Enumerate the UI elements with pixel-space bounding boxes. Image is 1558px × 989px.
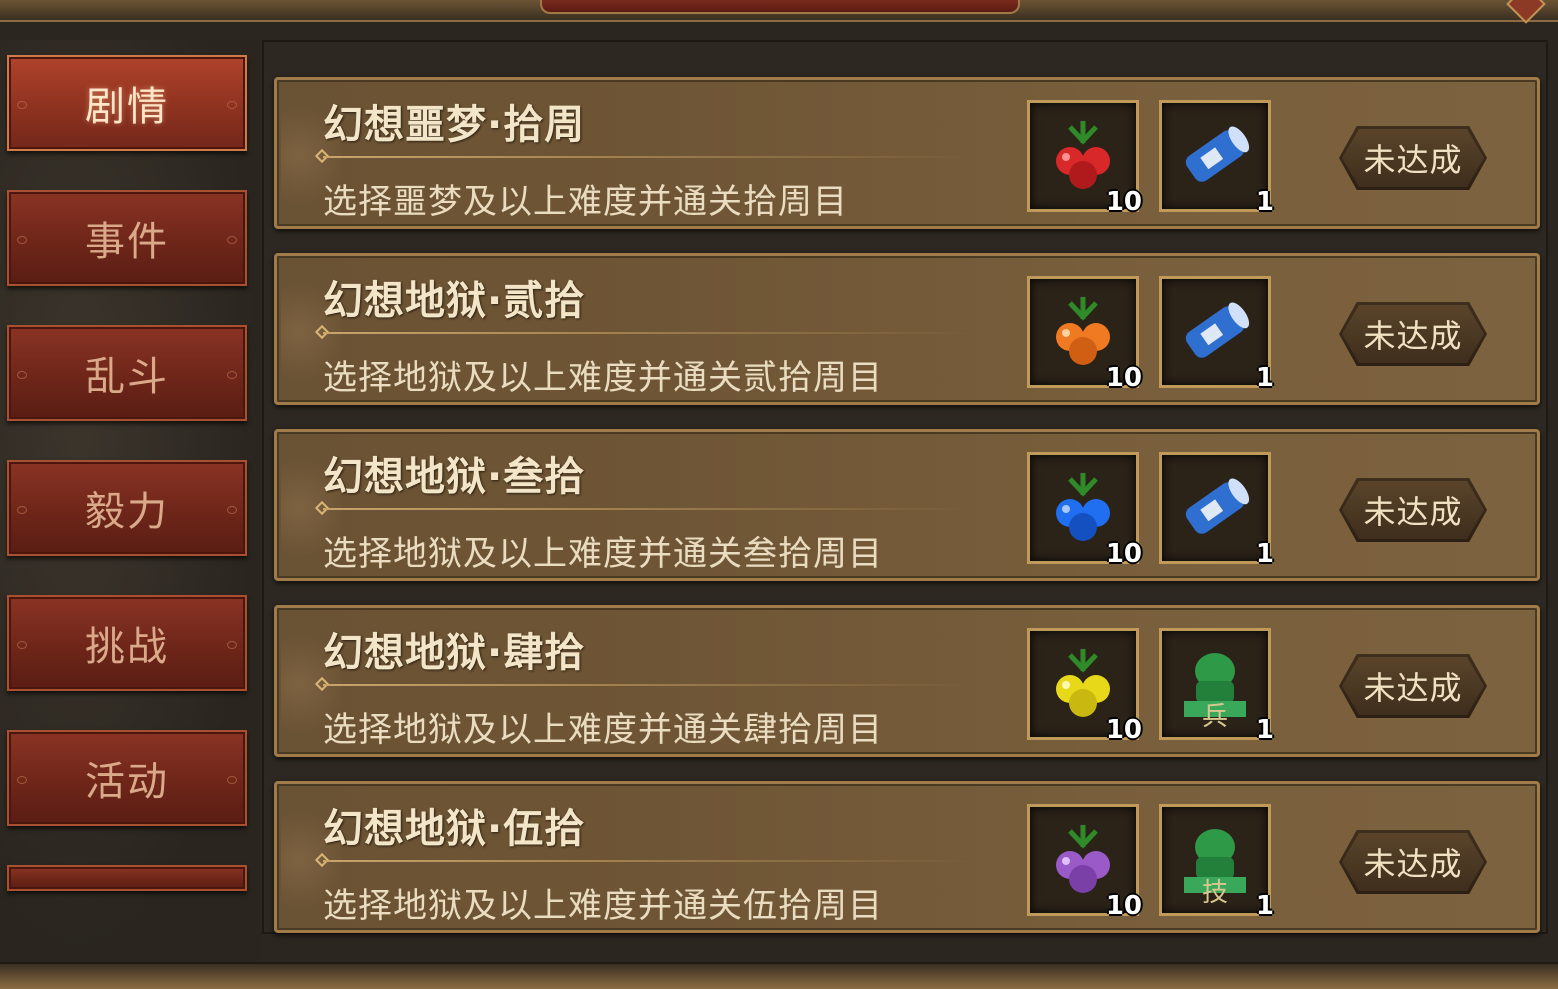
ornament-icon [227,236,237,244]
achievement-description: 选择地狱及以上难度并通关贰拾周目 [323,358,883,398]
reward-slot[interactable]: 1 [1159,100,1274,217]
divider [323,156,973,158]
achievement-title: 幻想地狱·肆拾 [323,630,586,676]
reward-slot[interactable]: 10 [1027,100,1142,217]
ornament-icon [227,776,237,784]
reward-slot[interactable]: 10 [1027,452,1142,569]
reward-count: 1 [1255,187,1274,217]
tab-brawl[interactable]: 乱斗 [7,325,247,421]
ornament-icon [227,506,237,514]
achievement-title: 幻想地狱·贰拾 [323,278,586,324]
status-label: 未达成 [1363,493,1463,531]
blue-scroll-icon [1185,126,1250,182]
ornament-icon [17,776,27,784]
bottom-frame [0,962,1558,989]
divider [323,332,973,334]
status-button[interactable]: 未达成 [1339,302,1487,366]
jade-qilin-statue-icon: 兵 [1184,653,1246,727]
tab-event[interactable]: 事件 [7,190,247,286]
reward-count: 1 [1255,891,1274,921]
blue-scroll-icon [1185,478,1250,534]
reward-slot[interactable]: 1 [1159,276,1274,393]
reward-slot[interactable]: 10 [1027,276,1142,393]
ornament-icon [227,101,237,109]
achievement-description: 选择地狱及以上难度并通关叁拾周目 [323,534,883,574]
achievement-list: 幻想噩梦·拾周 选择噩梦及以上难度并通关拾周目 10 1 未达成 幻想地狱·贰拾… [262,40,1548,934]
tab-label: 活动 [85,759,169,805]
reward-count: 10 [1105,187,1142,217]
tab-story[interactable]: 剧情 [7,55,247,151]
status-label: 未达成 [1363,845,1463,883]
top-header-tab [540,0,1020,14]
tab-challenge[interactable]: 挑战 [7,595,247,691]
corner-ornament [1506,0,1546,24]
tab-label: 乱斗 [85,354,169,400]
svg-text:兵: 兵 [1202,702,1228,727]
achievement-title: 幻想地狱·伍拾 [323,806,586,852]
svg-text:技: 技 [1202,878,1228,903]
achievement-title: 幻想地狱·叁拾 [323,454,586,500]
achievement-row: 幻想地狱·肆拾 选择地狱及以上难度并通关肆拾周目 10 兵 1 未达成 [274,605,1540,757]
status-button[interactable]: 未达成 [1339,478,1487,542]
achievement-description: 选择地狱及以上难度并通关伍拾周目 [323,886,883,926]
tab-label: 事件 [85,219,169,265]
reward-slot[interactable]: 1 [1159,452,1274,569]
achievement-row: 幻想噩梦·拾周 选择噩梦及以上难度并通关拾周目 10 1 未达成 [274,77,1540,229]
achievement-row: 幻想地狱·贰拾 选择地狱及以上难度并通关贰拾周目 10 1 未达成 [274,253,1540,405]
status-button[interactable]: 未达成 [1339,830,1487,894]
achievement-title: 幻想噩梦·拾周 [323,102,586,148]
reward-count: 1 [1255,363,1274,393]
reward-count: 10 [1105,539,1142,569]
reward-count: 1 [1255,715,1274,745]
status-label: 未达成 [1363,669,1463,707]
jade-qilin-statue-icon: 技 [1184,829,1246,903]
status-label: 未达成 [1363,317,1463,355]
ornament-icon [17,101,27,109]
ornament-icon [17,236,27,244]
blue-scroll-icon [1185,302,1250,358]
status-button[interactable]: 未达成 [1339,654,1487,718]
top-frame [0,0,1558,24]
reward-count: 10 [1105,715,1142,745]
ornament-icon [17,641,27,649]
reward-count: 10 [1105,363,1142,393]
achievement-row: 幻想地狱·伍拾 选择地狱及以上难度并通关伍拾周目 10 技 1 未达成 [274,781,1540,933]
ornament-icon [17,506,27,514]
reward-slot[interactable]: 10 [1027,804,1142,921]
tab-label: 剧情 [85,84,169,130]
reward-slot[interactable]: 技 1 [1159,804,1274,921]
category-sidebar: 剧情 事件 乱斗 毅力 挑战 活动 [0,40,262,962]
reward-count: 1 [1255,539,1274,569]
achievement-description: 选择噩梦及以上难度并通关拾周目 [323,182,848,222]
achievement-row: 幻想地狱·叁拾 选择地狱及以上难度并通关叁拾周目 10 1 未达成 [274,429,1540,581]
divider [323,684,973,686]
tab-label: 挑战 [85,624,169,670]
status-button[interactable]: 未达成 [1339,126,1487,190]
reward-slot[interactable]: 兵 1 [1159,628,1274,745]
achievement-description: 选择地狱及以上难度并通关肆拾周目 [323,710,883,750]
ornament-icon [227,371,237,379]
tab-partial[interactable] [7,865,247,891]
tab-label: 毅力 [85,489,169,535]
ornament-icon [227,641,237,649]
reward-count: 10 [1105,891,1142,921]
tab-activity[interactable]: 活动 [7,730,247,826]
status-label: 未达成 [1363,141,1463,179]
reward-slot[interactable]: 10 [1027,628,1142,745]
ornament-icon [17,371,27,379]
divider [323,508,973,510]
tab-perseverance[interactable]: 毅力 [7,460,247,556]
divider [323,860,973,862]
